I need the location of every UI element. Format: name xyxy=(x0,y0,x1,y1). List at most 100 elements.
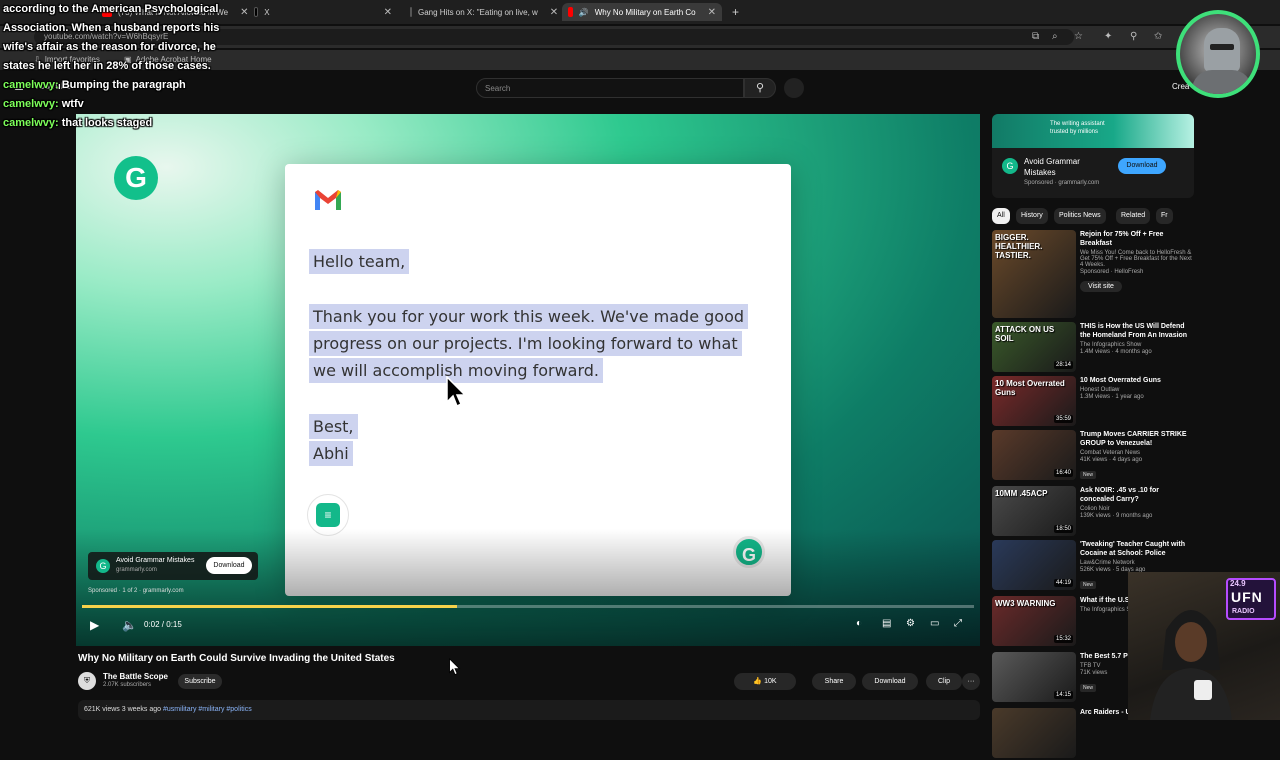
chip-related[interactable]: Related xyxy=(1116,208,1151,224)
close-tab-icon[interactable]: ✕ xyxy=(550,7,558,18)
video-thumbnail[interactable] xyxy=(992,708,1076,758)
more-actions-button[interactable]: ··· xyxy=(962,673,980,690)
voice-search-button[interactable] xyxy=(784,78,804,98)
share-button[interactable]: Share xyxy=(812,673,856,690)
youtube-favicon-icon xyxy=(568,7,573,17)
chat-line: states he left her in 28% of those cases… xyxy=(3,60,211,72)
video-title[interactable]: Trump Moves CARRIER STRIKE GROUP to Vene… xyxy=(1080,430,1192,448)
video-thumbnail[interactable]: WW3 WARNING 15:32 xyxy=(992,596,1076,646)
channel-name[interactable]: Honest Outlaw xyxy=(1080,387,1192,393)
ad-download-button[interactable]: Download xyxy=(206,557,252,574)
channel-name[interactable]: The Battle Scope xyxy=(103,672,168,681)
video-title[interactable]: Ask NOIR: .45 vs .10 for concealed Carry… xyxy=(1080,486,1192,504)
favorites-icon[interactable]: ✩ xyxy=(1154,31,1162,42)
description-box[interactable]: 621K views 3 weeks ago #usmilitary #mili… xyxy=(78,700,980,720)
chat-line: wife's affair as the reason for divorce,… xyxy=(3,41,216,53)
progress-bar[interactable] xyxy=(82,605,974,608)
ad-domain: grammarly.com xyxy=(116,567,157,573)
chip-from[interactable]: Fr xyxy=(1156,208,1173,224)
video-title[interactable]: THIS is How the US Will Defend the Homel… xyxy=(1080,322,1192,340)
search-button[interactable]: ⚲ xyxy=(744,78,776,98)
sidebar-video-item[interactable]: 10 Most Overrated Guns 35:59 10 Most Overr… xyxy=(992,376,1192,428)
helmet-visor xyxy=(1210,44,1234,50)
sidebar-ad-title: Avoid Grammar Mistakes xyxy=(1024,157,1080,177)
video-thumbnail[interactable]: 16:40 xyxy=(992,430,1076,480)
sidebar-ad-download-button[interactable]: Download xyxy=(1118,158,1166,174)
channel-name[interactable]: Combat Veteran News xyxy=(1080,450,1192,456)
video-title[interactable]: 10 Most Overrated Guns xyxy=(1080,376,1192,385)
video-meta: 1.4M views · 4 months ago xyxy=(1080,349,1152,355)
fullscreen-icon[interactable]: ⤢ xyxy=(954,618,962,629)
subtitles-icon[interactable]: ▤ xyxy=(882,618,891,629)
video-title[interactable]: 'Tweaking' Teacher Caught with Cocaine a… xyxy=(1080,540,1192,558)
close-tab-icon[interactable]: ✕ xyxy=(708,7,716,18)
duration-badge: 15:32 xyxy=(1053,635,1073,643)
video-info: Ask NOIR: .45 vs .10 for concealed Carry… xyxy=(1080,486,1192,519)
like-button[interactable]: 👍 10K xyxy=(734,673,796,690)
sidebar-video-item[interactable]: 16:40 Trump Moves CARRIER STRIKE GROUP to… xyxy=(992,430,1192,482)
video-thumbnail[interactable]: BIGGER. HEALTHIER. TASTIER. xyxy=(992,230,1076,318)
sidebar-video-item[interactable]: 10MM .45ACP 18:50 Ask NOIR: .45 vs .10 for… xyxy=(992,486,1192,538)
video-ad-overlay[interactable]: G Avoid Grammar Mistakes grammarly.com D… xyxy=(88,552,258,580)
new-badge: New xyxy=(1080,684,1097,692)
new-badge: New xyxy=(1080,471,1097,479)
video-player[interactable]: G Hello team, Thank you for your work th… xyxy=(76,114,980,646)
close-tab-icon[interactable]: ✕ xyxy=(384,7,392,18)
subscribe-button[interactable]: Subscribe xyxy=(178,674,222,689)
tab-why-no-military[interactable]: 🔊 Why No Military on Earth Co ✕ xyxy=(562,3,722,21)
thumbnail-text: WW3 WARNING xyxy=(995,599,1056,608)
channel-avatar[interactable]: ⛨ xyxy=(78,672,96,690)
sidebar-ad[interactable]: The writing assistant trusted by million… xyxy=(992,114,1194,198)
autoplay-toggle-icon[interactable]: ◐ xyxy=(856,618,862,629)
new-tab-button[interactable]: + xyxy=(726,3,745,21)
video-thumbnail[interactable]: 14:15 xyxy=(992,652,1076,702)
video-info: 10 Most Overrated Guns Honest Outlaw 1.3M … xyxy=(1080,376,1192,400)
video-title[interactable]: Rejoin for 75% Off + Free Breakfast xyxy=(1080,230,1192,248)
channel-name[interactable]: The Infographics Show xyxy=(1080,342,1192,348)
chip-politics-news[interactable]: Politics News xyxy=(1054,208,1106,224)
sidebar-video-item[interactable]: BIGGER. HEALTHIER. TASTIER. Rejoin for 75… xyxy=(992,230,1192,320)
video-thumbnail[interactable]: 10MM .45ACP 18:50 xyxy=(992,486,1076,536)
sidebar-ad-sponsor: Sponsored · grammarly.com xyxy=(1024,180,1100,186)
channel-subscribers: 2.07K subscribers xyxy=(103,682,152,688)
sidebar-video-item[interactable]: ATTACK ON US SOIL 28:14 THIS is How the US… xyxy=(992,322,1192,374)
tab-gang-hits[interactable]: Gang Hits on X: "Eating on live, w ✕ xyxy=(404,3,558,21)
streamer-avatar-badge xyxy=(1176,10,1260,98)
chip-all[interactable]: All xyxy=(992,208,1010,224)
clip-button[interactable]: Clip xyxy=(926,673,962,690)
settings-gear-icon[interactable]: ⚙ xyxy=(906,618,915,629)
play-icon[interactable]: ▶ xyxy=(90,618,99,632)
duration-badge: 16:40 xyxy=(1053,469,1073,477)
thumbs-up-icon: 👍 xyxy=(753,678,763,685)
search-input[interactable]: Search xyxy=(476,78,744,98)
favorite-star-icon[interactable]: ☆ xyxy=(1074,31,1083,42)
video-thumbnail[interactable]: 44:19 xyxy=(992,540,1076,590)
video-thumbnail[interactable]: ATTACK ON US SOIL 28:14 xyxy=(992,322,1076,372)
channel-name[interactable]: Colion Noir xyxy=(1080,506,1192,512)
chip-history[interactable]: History xyxy=(1016,208,1048,224)
video-thumbnail[interactable]: 10 Most Overrated Guns 35:59 xyxy=(992,376,1076,426)
thumbnail-text: BIGGER. HEALTHIER. TASTIER. xyxy=(995,233,1043,260)
open-in-app-icon[interactable]: ⧉ xyxy=(1032,31,1039,42)
channel-name[interactable]: We Miss You! Come back to HelloFresh & G… xyxy=(1080,250,1192,268)
download-button[interactable]: Download xyxy=(862,673,918,690)
email-body-line: progress on our projects. I'm looking fo… xyxy=(309,331,742,356)
x-favicon-icon xyxy=(410,7,412,17)
extensions-icon[interactable]: ✦ xyxy=(1104,31,1112,42)
chat-line: camelwvy: Bumping the paragraph xyxy=(3,79,186,91)
split-screen-icon[interactable]: ⚲ xyxy=(1130,31,1137,42)
zoom-icon[interactable]: ⌕ xyxy=(1052,31,1058,42)
channel-name[interactable]: Law&Crime Network xyxy=(1080,560,1192,566)
thumbnail-text: 10MM .45ACP xyxy=(995,489,1048,498)
volume-icon[interactable]: 🔈 xyxy=(122,618,137,632)
email-body-line: Thank you for your work this week. We've… xyxy=(309,304,749,329)
video-meta: 41K views · 4 days ago xyxy=(1080,457,1143,463)
grammarly-document-icon: ≡ xyxy=(307,494,349,536)
chat-line: camelwvy: wtfv xyxy=(3,98,84,110)
speaker-icon[interactable]: 🔊 xyxy=(579,8,589,17)
channel-row: ⛨ The Battle Scope 2.07K subscribers Sub… xyxy=(78,670,980,694)
tab-x[interactable]: X ✕ xyxy=(248,3,398,21)
mouse-cursor-icon xyxy=(449,658,461,676)
visit-site-button[interactable]: Visit site xyxy=(1080,281,1122,292)
theater-mode-icon[interactable]: ▭ xyxy=(930,618,939,629)
